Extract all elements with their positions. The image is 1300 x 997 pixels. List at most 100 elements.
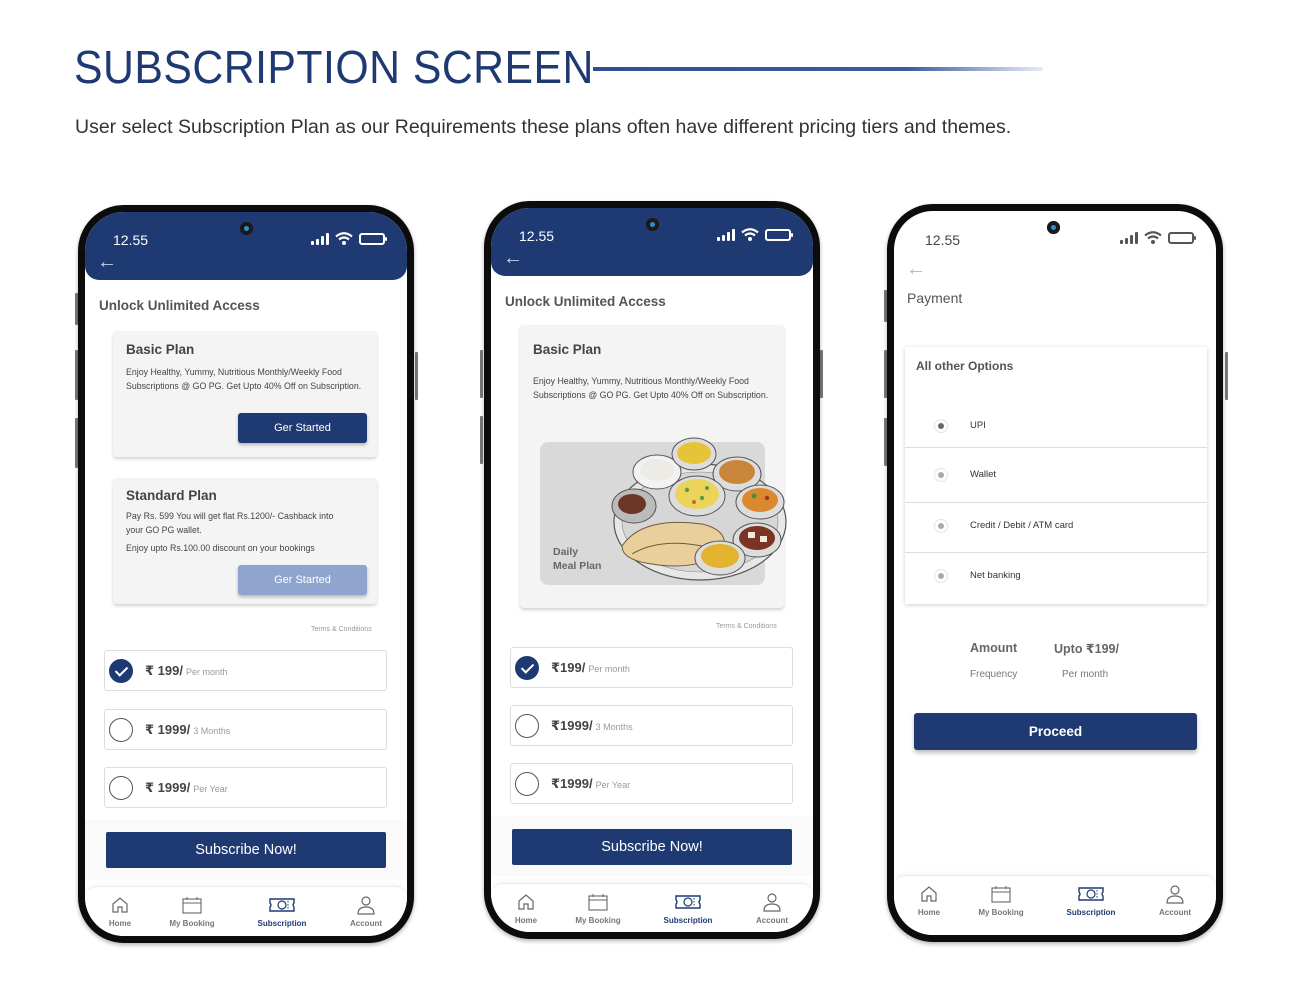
thali-meal-illustration (611, 437, 787, 581)
radio-icon[interactable] (109, 775, 133, 800)
radio-icon[interactable] (515, 771, 539, 796)
bottom-nav: Home My Booking Subscription Account (894, 875, 1216, 935)
nav-item-my-booking[interactable]: My Booking (966, 884, 1036, 917)
subscribe-now-button[interactable]: Subscribe Now! (106, 832, 386, 868)
price-amount: ₹199/Per month (551, 659, 630, 675)
plan-title: Basic Plan (126, 342, 195, 357)
status-time: 12.55 (925, 232, 961, 248)
basic-plan-card: Basic Plan Enjoy Healthy, Yummy, Nutriti… (520, 325, 787, 608)
radio-icon[interactable] (934, 569, 948, 583)
payment-option-card[interactable]: Credit / Debit / ATM card (905, 502, 1207, 552)
phone-side-button (1225, 352, 1228, 400)
wifi-icon (1144, 231, 1162, 244)
ticket-icon (1078, 887, 1104, 901)
radio-icon[interactable] (934, 519, 948, 533)
price-amount: ₹ 199/Per month (145, 662, 228, 678)
plan-description: Enjoy Healthy, Yummy, Nutritious Monthly… (126, 367, 362, 391)
back-arrow-icon[interactable]: ← (97, 252, 117, 272)
user-icon (763, 893, 781, 912)
nav-item-my-booking[interactable]: My Booking (157, 895, 227, 928)
back-arrow-icon[interactable]: ← (503, 248, 523, 268)
nav-item-subscription[interactable]: Subscription (653, 892, 723, 925)
plan-description: Pay Rs. 599 You will get flat Rs.1200/- … (126, 511, 334, 535)
plan-title: Basic Plan (533, 342, 602, 357)
app-header: 12.55 ← (491, 208, 813, 276)
phone-side-button (480, 350, 483, 398)
nav-item-subscription[interactable]: Subscription (1056, 884, 1126, 917)
radio-icon[interactable] (109, 717, 133, 742)
phone-side-button (415, 352, 418, 400)
amount-value: Upto ₹199/ (1054, 642, 1119, 656)
terms-link[interactable]: Terms & Conditions (716, 623, 777, 630)
basic-get-started-button[interactable]: Ger Started (238, 413, 367, 443)
app-header: 12.55 ← (85, 212, 407, 280)
meal-plan-label: Daily Meal Plan (553, 546, 602, 572)
checked-radio-icon[interactable] (109, 658, 133, 683)
signal-icon (1120, 231, 1138, 244)
signal-icon (311, 232, 329, 245)
price-option[interactable]: ₹1999/Per Year (510, 763, 793, 804)
selected-radio-icon[interactable] (934, 419, 948, 433)
back-arrow-icon[interactable]: ← (906, 259, 926, 279)
nav-item-account[interactable]: Account (737, 892, 807, 925)
battery-icon (359, 232, 387, 245)
nav-item-subscription[interactable]: Subscription (247, 895, 317, 928)
amount-label: Amount (970, 641, 1018, 655)
bottom-nav: Home My Booking Subscription Account (85, 886, 407, 936)
standard-get-started-button[interactable]: Ger Started (238, 565, 367, 595)
basic-plan-card: Basic Plan Enjoy Healthy, Yummy, Nutriti… (113, 331, 377, 457)
app-header: 12.55 ← (894, 211, 1216, 279)
price-option[interactable]: ₹ 1999/3 Months (104, 709, 387, 750)
wifi-icon (335, 232, 353, 245)
checked-radio-icon[interactable] (515, 655, 539, 680)
payment-option-upi[interactable]: UPI (905, 401, 1207, 451)
phone-side-button (480, 416, 483, 464)
phone-side-button (820, 350, 823, 398)
subscribe-now-button[interactable]: Subscribe Now! (512, 829, 792, 865)
calendar-icon (588, 894, 608, 911)
section-heading: Unlock Unlimited Access (99, 298, 260, 313)
price-amount: ₹1999/3 Months (551, 717, 633, 733)
proceed-button[interactable]: Proceed (914, 713, 1197, 750)
home-icon (921, 886, 937, 902)
payment-option-wallet[interactable]: Wallet (905, 447, 1207, 502)
phone-screen-payment: 12.55 ← Payment All other Options UPI Wa… (887, 204, 1223, 942)
nav-item-account[interactable]: Account (331, 895, 401, 928)
status-time: 12.55 (519, 228, 555, 244)
plan-description: Enjoy Healthy, Yummy, Nutritious Monthly… (533, 376, 769, 400)
signal-icon (717, 228, 735, 241)
calendar-icon (991, 886, 1011, 903)
nav-item-home[interactable]: Home (894, 884, 964, 917)
options-title: All other Options (916, 359, 1014, 373)
nav-item-home[interactable]: Home (491, 892, 561, 925)
bottom-nav: Home My Booking Subscription Account (491, 883, 813, 932)
radio-icon[interactable] (934, 468, 948, 482)
home-icon (518, 894, 534, 910)
payment-option-netbanking[interactable]: Net banking (905, 552, 1207, 604)
standard-plan-card: Standard Plan Pay Rs. 599 You will get f… (113, 478, 377, 604)
nav-item-account[interactable]: Account (1140, 884, 1210, 917)
price-amount: ₹1999/Per Year (551, 775, 631, 791)
price-option[interactable]: ₹1999/3 Months (510, 705, 793, 746)
page-heading: Payment (907, 290, 963, 306)
battery-icon (1168, 231, 1196, 244)
wifi-icon (741, 228, 759, 241)
nav-item-my-booking[interactable]: My Booking (563, 892, 633, 925)
price-option[interactable]: ₹199/Per month (510, 647, 793, 688)
payment-options-card: All other Options UPI Wallet Credit / De… (905, 347, 1207, 604)
title-divider (593, 67, 1043, 71)
status-time: 12.55 (113, 232, 149, 248)
radio-icon[interactable] (515, 713, 539, 738)
home-icon (112, 897, 128, 913)
nav-item-home[interactable]: Home (85, 895, 155, 928)
camera-icon (240, 222, 253, 235)
price-option[interactable]: ₹ 199/Per month (104, 650, 387, 691)
section-heading: Unlock Unlimited Access (505, 294, 666, 309)
meal-plan-image[interactable]: Daily Meal Plan (540, 437, 787, 585)
price-option[interactable]: ₹ 1999/Per Year (104, 767, 387, 808)
price-amount: ₹ 1999/3 Months (145, 721, 231, 737)
frequency-value: Per month (1062, 669, 1109, 680)
phone-screen-plans: 12.55 ← Unlock Unlimited Access Basic Pl… (78, 205, 414, 943)
terms-link[interactable]: Terms & Conditions (311, 626, 372, 633)
user-icon (357, 896, 375, 915)
